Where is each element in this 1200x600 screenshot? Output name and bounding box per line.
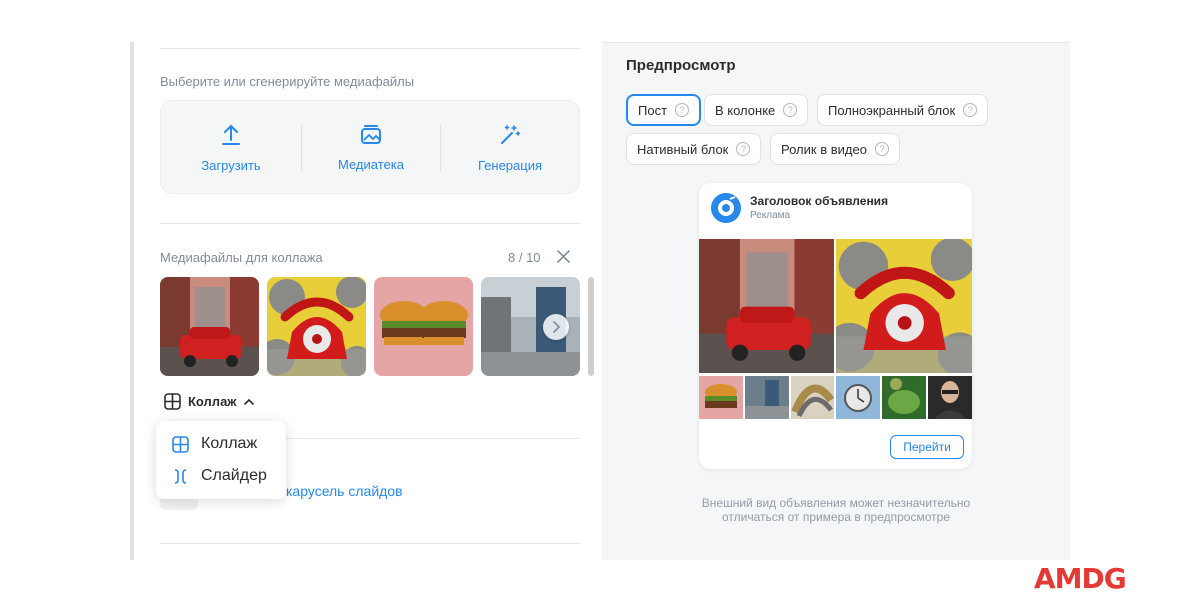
format-chip-native[interactable]: Нативный блок ? <box>626 133 762 165</box>
chip-label: Нативный блок <box>637 141 729 157</box>
chip-label: Ролик в видео <box>781 141 867 157</box>
mode-dropdown: Коллаж Слайдер <box>156 421 286 499</box>
divider <box>160 223 580 224</box>
dropdown-item-label: Слайдер <box>201 467 267 484</box>
question-icon[interactable]: ? <box>736 142 751 156</box>
chevron-right-icon <box>553 321 561 333</box>
media-library-button[interactable]: Медиатека <box>301 101 441 195</box>
note-line: Внешний вид объявления может незначитель… <box>701 496 971 510</box>
media-thumbnail[interactable] <box>160 277 259 376</box>
carousel-link[interactable]: карусель слайдов <box>286 483 403 499</box>
collage-image <box>699 376 743 419</box>
question-icon[interactable]: ? <box>874 142 889 156</box>
ad-subtitle: Реклама <box>750 210 791 221</box>
next-arrow-button[interactable] <box>543 314 569 340</box>
dropdown-item-slider[interactable]: Слайдер <box>172 467 267 485</box>
dropdown-item-label: Коллаж <box>201 435 258 452</box>
mode-label: Коллаж <box>188 394 237 409</box>
left-edge-bar <box>130 42 134 560</box>
collage-image <box>928 376 972 419</box>
gallery-icon <box>361 124 381 144</box>
slider-icon <box>174 468 187 484</box>
collage-image <box>745 376 789 419</box>
collage-image <box>791 376 835 419</box>
preview-title: Предпросмотр <box>626 57 736 74</box>
format-chip-column[interactable]: В колонке ? <box>704 94 809 126</box>
preview-note: Внешний вид объявления может незначитель… <box>602 496 1070 524</box>
media-thumbnail[interactable] <box>374 277 473 376</box>
format-chip-fullscreen[interactable]: Полноэкранный блок ? <box>817 94 989 126</box>
collage-title: Медиафайлы для коллажа <box>160 250 323 265</box>
avatar <box>711 193 741 223</box>
upload-label: Загрузить <box>201 157 261 173</box>
media-library-label: Медиатека <box>338 156 404 172</box>
question-icon[interactable]: ? <box>963 103 978 117</box>
media-thumbnail[interactable] <box>588 277 594 376</box>
ad-headline: Заголовок объявления <box>750 194 889 208</box>
chip-label: В колонке <box>715 102 776 118</box>
amdg-logo: AMDG <box>1034 562 1127 595</box>
media-thumbnail[interactable] <box>267 277 366 376</box>
format-chip-post[interactable]: Пост ? <box>626 94 702 126</box>
upload-icon <box>222 124 240 145</box>
question-icon[interactable]: ? <box>675 103 690 117</box>
chevron-up-icon <box>243 398 254 405</box>
ad-preview-card: Заголовок объявления Реклама Перейти <box>699 183 972 469</box>
collage-image <box>699 239 834 373</box>
mode-toggle[interactable]: Коллаж <box>164 393 254 410</box>
chip-label: Полноэкранный блок <box>828 102 956 118</box>
divider <box>160 543 580 544</box>
grid-icon <box>164 393 181 410</box>
note-line: отличаться от примера в предпросмотре <box>722 510 950 524</box>
upload-button[interactable]: Загрузить <box>161 101 301 195</box>
question-icon[interactable]: ? <box>783 103 798 117</box>
generate-button[interactable]: Генерация <box>440 101 580 195</box>
format-chip-video[interactable]: Ролик в видео ? <box>770 133 900 165</box>
upload-box: Загрузить Медиатека Генерация <box>160 100 580 194</box>
close-icon[interactable] <box>557 250 570 263</box>
grid-icon <box>172 435 189 453</box>
media-prompt: Выберите или сгенерируйте медиафайлы <box>160 74 415 89</box>
collage-count: 8 / 10 <box>508 250 541 265</box>
collage-image <box>825 237 972 376</box>
collage-image <box>836 376 880 419</box>
go-button[interactable]: Перейти <box>890 435 964 459</box>
dropdown-item-collage[interactable]: Коллаж <box>172 435 257 453</box>
divider <box>160 48 580 49</box>
generate-label: Генерация <box>477 157 543 173</box>
chip-label: Пост <box>638 102 668 118</box>
magic-wand-icon <box>501 124 521 144</box>
collage-image <box>882 376 926 419</box>
